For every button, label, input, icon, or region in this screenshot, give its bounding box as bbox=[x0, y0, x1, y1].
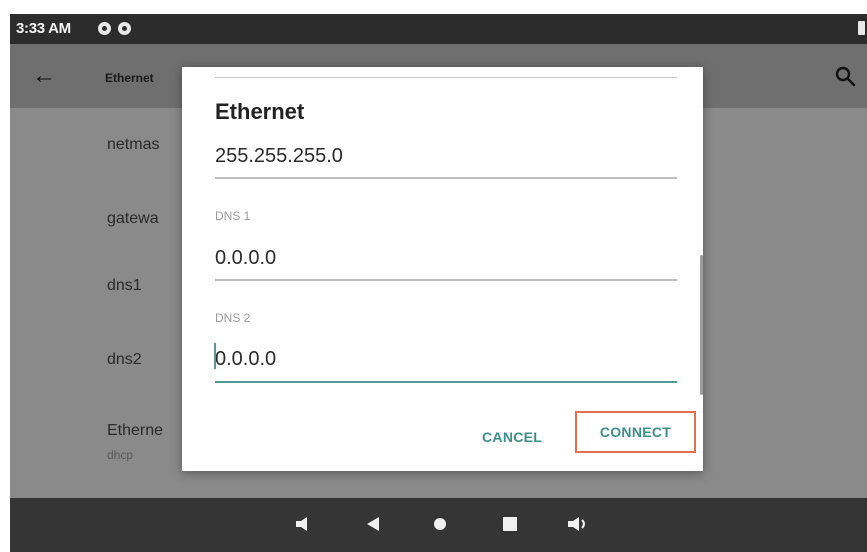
volume-up-icon[interactable] bbox=[566, 514, 590, 534]
dialog-title: Ethernet bbox=[215, 99, 305, 124]
search-icon[interactable] bbox=[833, 64, 857, 88]
navigation-bar bbox=[10, 498, 867, 552]
list-item-ethernet-sub: dhcp bbox=[107, 448, 134, 462]
cancel-button[interactable]: CANCEL bbox=[482, 429, 542, 445]
ethernet-config-dialog: Ethernet 255.255.255.0 DNS 1 0.0.0.0 DNS… bbox=[182, 67, 703, 471]
status-bar: 3:33 AM bbox=[10, 14, 867, 44]
back-icon[interactable] bbox=[363, 514, 383, 534]
battery-icon bbox=[858, 21, 865, 35]
volume-down-icon[interactable] bbox=[294, 514, 314, 534]
app-title: Ethernet bbox=[105, 71, 154, 85]
dns2-input[interactable]: 0.0.0.0 bbox=[215, 348, 276, 371]
dns1-label: DNS 1 bbox=[215, 209, 251, 223]
dns1-input[interactable]: 0.0.0.0 bbox=[215, 247, 276, 270]
list-item-dns1: dns1 bbox=[107, 277, 142, 294]
dns2-underline bbox=[215, 381, 677, 383]
device-screen: 3:33 AM ← Ethernet netmas gatewa dns1 dn… bbox=[10, 14, 867, 552]
recents-icon[interactable] bbox=[500, 514, 520, 534]
status-time: 3:33 AM bbox=[16, 20, 71, 37]
dialog-scrollbar[interactable] bbox=[700, 255, 703, 395]
connect-button[interactable]: CONNECT bbox=[575, 411, 696, 453]
text-cursor bbox=[214, 343, 216, 369]
list-item-netmask: netmas bbox=[107, 136, 160, 153]
netmask-input[interactable]: 255.255.255.0 bbox=[215, 145, 343, 168]
back-arrow-icon[interactable]: ← bbox=[30, 62, 58, 90]
netmask-underline bbox=[215, 177, 677, 179]
status-app-icon bbox=[118, 22, 131, 35]
dns1-underline bbox=[215, 279, 677, 281]
home-icon[interactable] bbox=[430, 514, 450, 534]
list-item-dns2: dns2 bbox=[107, 351, 142, 368]
list-item-ethernet: Etherne bbox=[107, 422, 164, 439]
field-underline bbox=[215, 77, 677, 78]
dns2-label: DNS 2 bbox=[215, 311, 251, 325]
list-item-gateway: gatewa bbox=[107, 210, 159, 227]
status-app-icon bbox=[98, 22, 111, 35]
